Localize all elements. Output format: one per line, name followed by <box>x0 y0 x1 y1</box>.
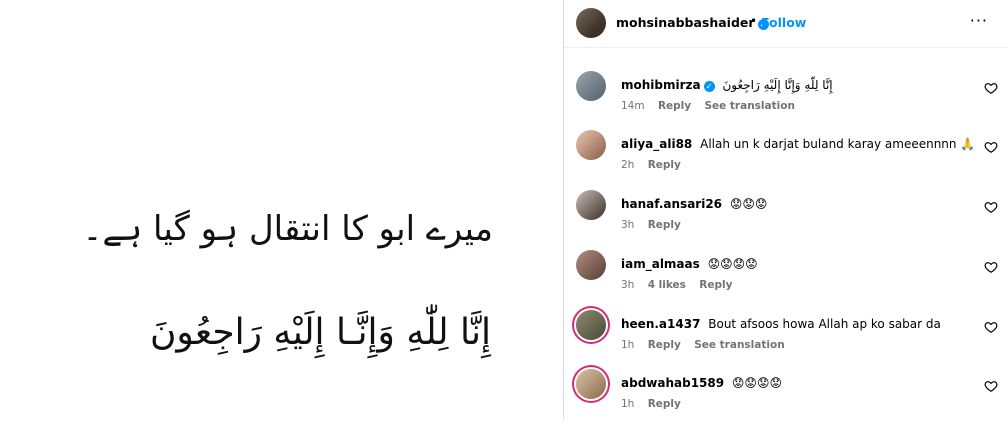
avatar[interactable] <box>576 310 606 340</box>
reply-button[interactable]: Reply <box>648 159 681 171</box>
reply-button[interactable]: Reply <box>648 339 681 351</box>
comment-username[interactable]: mohibmirza <box>621 78 701 92</box>
heart-icon[interactable] <box>984 81 998 95</box>
verified-badge-icon: ✓ <box>703 81 715 92</box>
likes-count[interactable]: 4 likes <box>648 279 686 291</box>
comment-item: hanaf.ansari26 😟😟😟 3h Reply <box>564 190 1008 246</box>
heart-icon[interactable] <box>984 260 998 274</box>
avatar[interactable] <box>576 130 606 160</box>
comment-text: 😟😟😟😟 <box>731 376 782 390</box>
comment-text: 😟😟😟😟 <box>707 257 758 271</box>
comment-text: إِنَّا لِلّٰهِ وَإِنَّا إِلَيْهِ رَاجِعُ… <box>722 78 833 92</box>
reply-button[interactable]: Reply <box>699 279 732 291</box>
comment-username[interactable]: heen.a1437 <box>621 317 700 331</box>
comment-time: 1h <box>621 398 635 410</box>
reply-button[interactable]: Reply <box>648 398 681 410</box>
post-text-urdu: میرے ابو کا انتقال ہو گیا ہے۔ <box>82 209 493 249</box>
author-username-text[interactable]: mohsinabbashaider <box>616 15 755 30</box>
comment-time: 1h <box>621 339 635 351</box>
comment-item: mohibmirza ✓ إِنَّا لِلّٰهِ وَإِنَّا إِلَ… <box>564 71 1008 127</box>
follow-button[interactable]: Follow <box>761 15 806 30</box>
comments-panel: mohsinabbashaider ✓ • Follow ··· mohibmir… <box>564 0 1008 419</box>
comment-line: abdwahab1589 😟😟😟😟 <box>621 376 782 390</box>
comment-item: heen.a1437 Bout afsoos howa Allah ap ko … <box>564 310 1008 366</box>
more-options-icon[interactable]: ··· <box>964 10 994 31</box>
comment-line: heen.a1437 Bout afsoos howa Allah ap ko … <box>621 317 941 331</box>
comment-item: iam_almaas 😟😟😟😟 3h 4 likes Reply <box>564 250 1008 306</box>
heart-icon[interactable] <box>984 379 998 393</box>
comment-line: aliya_ali88 Allah un k darjat buland kar… <box>621 137 975 151</box>
avatar[interactable] <box>576 71 606 101</box>
comment-text: Bout afsoos howa Allah ap ko sabar da <box>708 317 941 331</box>
heart-icon[interactable] <box>984 320 998 334</box>
avatar[interactable] <box>576 250 606 280</box>
separator-dot: • <box>750 14 758 28</box>
comment-time: 3h <box>621 279 635 291</box>
reply-button[interactable]: Reply <box>658 100 691 112</box>
heart-icon[interactable] <box>984 200 998 214</box>
reply-button[interactable]: Reply <box>648 219 681 231</box>
comment-line: iam_almaas 😟😟😟😟 <box>621 257 758 271</box>
comment-meta: 1h Reply See translation <box>621 339 795 351</box>
header-divider <box>564 47 1008 48</box>
comment-username[interactable]: aliya_ali88 <box>621 137 692 151</box>
see-translation-button[interactable]: See translation <box>704 100 794 112</box>
comment-line: hanaf.ansari26 😟😟😟 <box>621 197 767 211</box>
author-username[interactable]: mohsinabbashaider ✓ <box>616 15 769 30</box>
comment-text: Allah un k darjat buland karay ameeennnn… <box>700 137 976 151</box>
author-avatar[interactable] <box>576 8 606 38</box>
comment-meta: 1h Reply <box>621 398 691 410</box>
comment-meta: 2h Reply <box>621 159 691 171</box>
comment-text: 😟😟😟 <box>729 197 768 211</box>
comment-item: abdwahab1589 😟😟😟😟 1h Reply <box>564 369 1008 425</box>
comment-meta: 3h Reply <box>621 219 691 231</box>
heart-icon[interactable] <box>984 140 998 154</box>
avatar[interactable] <box>576 190 606 220</box>
comment-username[interactable]: abdwahab1589 <box>621 376 724 390</box>
post-image: میرے ابو کا انتقال ہو گیا ہے۔ إِنَّا لِل… <box>0 0 563 419</box>
comment-line: mohibmirza ✓ إِنَّا لِلّٰهِ وَإِنَّا إِلَ… <box>621 78 833 92</box>
comment-username[interactable]: iam_almaas <box>621 257 700 271</box>
comment-item: aliya_ali88 Allah un k darjat buland kar… <box>564 130 1008 186</box>
avatar[interactable] <box>576 369 606 399</box>
post-header: mohsinabbashaider ✓ • Follow ··· <box>564 0 1008 46</box>
comment-meta: 14m Reply See translation <box>621 100 805 112</box>
instagram-post-view: میرے ابو کا انتقال ہو گیا ہے۔ إِنَّا لِل… <box>0 0 1008 419</box>
see-translation-button[interactable]: See translation <box>694 339 784 351</box>
comment-meta: 3h 4 likes Reply <box>621 279 742 291</box>
comment-time: 14m <box>621 100 645 112</box>
comment-username[interactable]: hanaf.ansari26 <box>621 197 722 211</box>
comment-time: 2h <box>621 159 635 171</box>
post-text-arabic: إِنَّا لِلّٰهِ وَإِنَّـا إِلَيْهِ رَاجِع… <box>149 312 491 353</box>
comment-time: 3h <box>621 219 635 231</box>
